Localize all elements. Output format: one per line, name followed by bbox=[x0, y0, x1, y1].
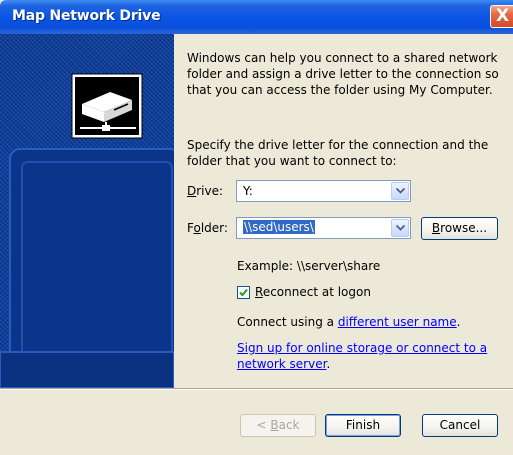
checkmark-icon bbox=[239, 288, 248, 297]
folder-combobox[interactable]: \\sed\users\ bbox=[236, 217, 411, 239]
reconnect-label[interactable]: Reconnect at logon bbox=[255, 285, 371, 299]
network-computer-icon bbox=[0, 73, 174, 388]
window-title: Map Network Drive bbox=[12, 8, 161, 24]
map-network-drive-window: Map Network Drive X Windows can help you… bbox=[0, 0, 513, 455]
title-bar[interactable]: Map Network Drive X bbox=[0, 0, 513, 34]
signup-suffix: . bbox=[326, 357, 331, 371]
signup-text: Sign up for online storage or connect to… bbox=[237, 340, 487, 372]
close-button[interactable]: X bbox=[490, 5, 513, 28]
signup-link-line1[interactable]: Sign up for online storage or connect to… bbox=[237, 341, 487, 355]
drive-label-accelerator: D bbox=[187, 184, 197, 198]
drive-select[interactable]: Y: bbox=[236, 180, 411, 202]
reconnect-label-accelerator: R bbox=[255, 285, 263, 299]
drive-dropdown-button[interactable] bbox=[391, 182, 409, 200]
back-label-text: ack bbox=[278, 418, 300, 432]
folder-value[interactable]: \\sed\users\ bbox=[243, 220, 315, 234]
connect-using-prefix: Connect using a bbox=[237, 315, 338, 329]
folder-label-text: lder: bbox=[200, 221, 228, 235]
drive-value: Y: bbox=[243, 184, 253, 198]
button-separator bbox=[0, 388, 513, 390]
different-user-name-link[interactable]: different user name bbox=[338, 315, 457, 329]
signup-link-line2[interactable]: network server bbox=[237, 357, 326, 371]
folder-dropdown-button[interactable] bbox=[391, 219, 409, 237]
reconnect-label-text: econnect at logon bbox=[262, 285, 371, 299]
back-button[interactable]: < Back bbox=[240, 414, 316, 437]
back-label-accelerator: B bbox=[270, 418, 279, 432]
example-text: Example: \\server\share bbox=[237, 259, 381, 273]
folder-label: Folder: bbox=[187, 221, 228, 235]
chevron-down-icon bbox=[396, 225, 405, 231]
finish-button[interactable]: Finish bbox=[325, 414, 401, 437]
browse-label-text: rowse... bbox=[440, 221, 488, 235]
reconnect-checkbox[interactable] bbox=[237, 286, 250, 299]
side-illustration-panel bbox=[0, 34, 174, 388]
chevron-down-icon bbox=[396, 188, 405, 194]
close-icon: X bbox=[496, 6, 510, 26]
drive-label-text: rive: bbox=[196, 184, 224, 198]
browse-label-accelerator: B bbox=[431, 221, 441, 235]
drive-label: Drive: bbox=[187, 184, 223, 198]
back-label-prefix: < bbox=[256, 418, 271, 432]
specify-text: Specify the drive letter for the connect… bbox=[187, 138, 489, 168]
folder-label-accelerator: o bbox=[193, 221, 201, 235]
intro-text: Windows can help you connect to a shared… bbox=[187, 51, 499, 97]
connect-using-text: Connect using a different user name. bbox=[237, 315, 460, 329]
cancel-button[interactable]: Cancel bbox=[422, 414, 498, 437]
browse-button[interactable]: Browse... bbox=[421, 217, 498, 240]
connect-using-suffix: . bbox=[456, 315, 461, 329]
